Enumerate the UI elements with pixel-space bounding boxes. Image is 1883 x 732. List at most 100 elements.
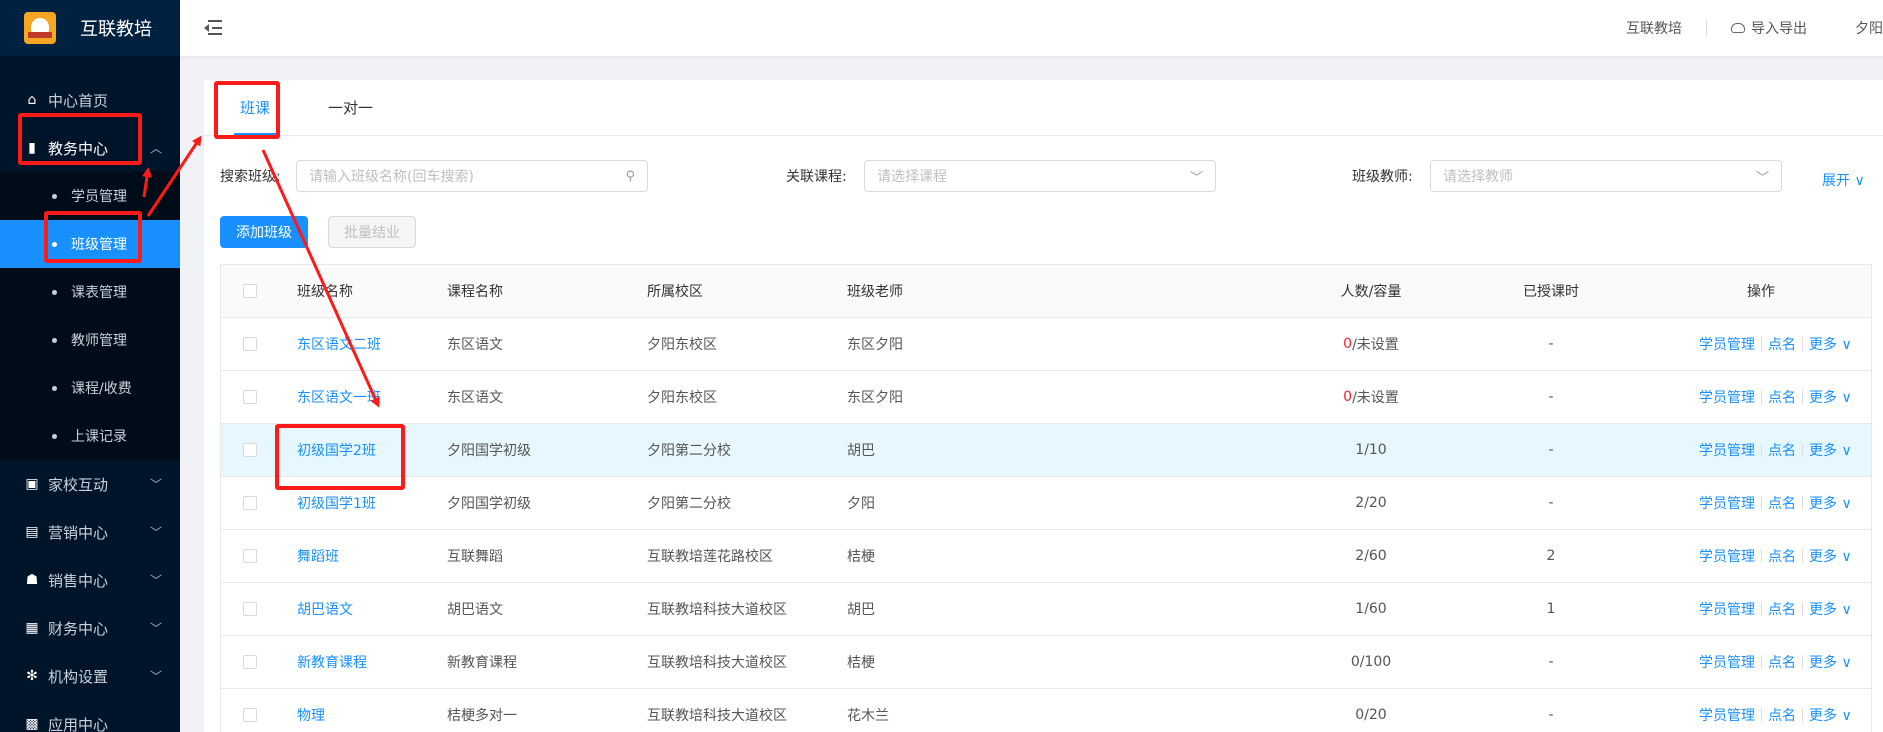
- teacher: 桔梗: [847, 549, 875, 565]
- class-name-link[interactable]: 新教育课程: [297, 652, 367, 672]
- sidebar-item-marketing[interactable]: ▤ 营销中心 ﹀: [0, 508, 180, 556]
- sidebar-item-settings[interactable]: ✻ 机构设置 ﹀: [0, 652, 180, 700]
- row-checkbox[interactable]: [243, 655, 257, 669]
- more-dropdown[interactable]: 更多 ∨: [1809, 705, 1852, 725]
- row-checkbox[interactable]: [243, 390, 257, 404]
- sidebar-item-home[interactable]: ⌂ 中心首页: [0, 76, 180, 124]
- capacity: /20: [1364, 707, 1387, 723]
- more-dropdown[interactable]: 更多 ∨: [1809, 599, 1852, 619]
- course-select[interactable]: 请选择课程 ﹀: [864, 160, 1216, 192]
- user-name[interactable]: 夕阳: [1831, 18, 1883, 38]
- sidebar-item-teachers[interactable]: 教师管理: [0, 316, 180, 364]
- table-row: 舞蹈班 互联舞蹈 互联教培莲花路校区 桔梗 2/60 2 学员管理 点名 更多 ∨: [221, 530, 1871, 583]
- more-dropdown[interactable]: 更多 ∨: [1809, 334, 1852, 354]
- rollcall-link[interactable]: 点名: [1768, 440, 1796, 460]
- add-class-button[interactable]: 添加班级: [220, 216, 308, 248]
- dot-icon: [52, 337, 57, 343]
- import-export-button[interactable]: 导入导出: [1707, 18, 1831, 38]
- chevron-down-icon: ∨: [1841, 337, 1852, 353]
- teacher-select[interactable]: 请选择教师 ﹀: [1430, 160, 1782, 192]
- capacity: /未设置: [1352, 337, 1399, 353]
- rollcall-link[interactable]: 点名: [1768, 652, 1796, 672]
- student-manage-link[interactable]: 学员管理: [1699, 652, 1755, 672]
- op-divider: [1761, 390, 1762, 404]
- dot-icon: [52, 241, 57, 247]
- more-dropdown[interactable]: 更多 ∨: [1809, 652, 1852, 672]
- class-name-link[interactable]: 初级国学1班: [297, 493, 376, 513]
- rollcall-link[interactable]: 点名: [1768, 493, 1796, 513]
- student-manage-link[interactable]: 学员管理: [1699, 705, 1755, 725]
- rollcall-link[interactable]: 点名: [1768, 387, 1796, 407]
- dot-icon: [52, 433, 57, 439]
- sidebar-item-academic[interactable]: ▮ 教务中心 ︿: [0, 124, 180, 172]
- sidebar-item-label: 班级管理: [71, 237, 127, 253]
- class-name-link[interactable]: 胡巴语文: [297, 599, 353, 619]
- batch-graduate-button[interactable]: 批量结业: [328, 216, 416, 248]
- student-manage-link[interactable]: 学员管理: [1699, 599, 1755, 619]
- expand-filters-button[interactable]: 展开 ∨: [1822, 170, 1865, 190]
- course-name: 夕阳国学初级: [447, 443, 531, 459]
- sidebar-item-home-school[interactable]: ▣ 家校互动 ﹀: [0, 460, 180, 508]
- col-campus: 所属校区: [647, 284, 703, 300]
- teacher: 花木兰: [847, 708, 889, 724]
- op-divider: [1802, 655, 1803, 669]
- count-capacity: 2/60: [1311, 530, 1431, 582]
- row-checkbox[interactable]: [243, 443, 257, 457]
- more-label: 更多: [1809, 708, 1837, 724]
- teacher: 胡巴: [847, 443, 875, 459]
- wallet-icon: ▦: [25, 620, 39, 636]
- rollcall-link[interactable]: 点名: [1768, 705, 1796, 725]
- class-name-link[interactable]: 舞蹈班: [297, 546, 339, 566]
- row-checkbox[interactable]: [243, 337, 257, 351]
- rollcall-link[interactable]: 点名: [1768, 599, 1796, 619]
- org-name[interactable]: 互联教培: [1602, 18, 1706, 38]
- rollcall-link[interactable]: 点名: [1768, 334, 1796, 354]
- class-search-input[interactable]: 请输入班级名称(回车搜索) ⚲: [296, 160, 648, 192]
- row-checkbox[interactable]: [243, 602, 257, 616]
- class-name-link[interactable]: 初级国学2班: [297, 440, 376, 460]
- op-divider: [1802, 496, 1803, 510]
- sidebar-item-records[interactable]: 上课记录: [0, 412, 180, 460]
- class-name-link[interactable]: 东区语文一班: [297, 387, 381, 407]
- sidebar-item-sales[interactable]: ☗ 销售中心 ﹀: [0, 556, 180, 604]
- sidebar: 互联教培 ⌂ 中心首页 ▮ 教务中心 ︿ 学员管理 班级管理 课表管理 教师管理…: [0, 0, 180, 732]
- class-name-link[interactable]: 物理: [297, 705, 325, 725]
- student-manage-link[interactable]: 学员管理: [1699, 493, 1755, 513]
- sidebar-item-students[interactable]: 学员管理: [0, 172, 180, 220]
- sidebar-item-apps[interactable]: ▩ 应用中心: [0, 700, 180, 732]
- count-capacity: 1/60: [1311, 583, 1431, 635]
- student-manage-link[interactable]: 学员管理: [1699, 334, 1755, 354]
- row-checkbox[interactable]: [243, 708, 257, 722]
- tab-group-class[interactable]: 班课: [222, 79, 288, 135]
- select-all-checkbox[interactable]: [243, 284, 257, 298]
- more-dropdown[interactable]: 更多 ∨: [1809, 440, 1852, 460]
- row-operations: 学员管理 点名 更多 ∨: [1699, 583, 1852, 635]
- more-label: 更多: [1809, 390, 1837, 406]
- count-capacity: 0/未设置: [1311, 371, 1431, 423]
- more-dropdown[interactable]: 更多 ∨: [1809, 387, 1852, 407]
- sidebar-menu: ⌂ 中心首页 ▮ 教务中心 ︿ 学员管理 班级管理 课表管理 教师管理 课程/收…: [0, 76, 180, 732]
- more-dropdown[interactable]: 更多 ∨: [1809, 546, 1852, 566]
- student-manage-link[interactable]: 学员管理: [1699, 387, 1755, 407]
- campus: 夕阳第二分校: [647, 443, 731, 459]
- menu-fold-icon[interactable]: [204, 20, 224, 36]
- more-dropdown[interactable]: 更多 ∨: [1809, 493, 1852, 513]
- op-divider: [1761, 549, 1762, 563]
- student-manage-link[interactable]: 学员管理: [1699, 546, 1755, 566]
- rollcall-link[interactable]: 点名: [1768, 546, 1796, 566]
- col-hours: 已授课时: [1523, 284, 1579, 300]
- table-row: 新教育课程 新教育课程 互联教培科技大道校区 桔梗 0/100 - 学员管理 点名 更多 ∨: [221, 636, 1871, 689]
- sidebar-item-courses[interactable]: 课程/收费: [0, 364, 180, 412]
- table-row: 东区语文二班 东区语文 夕阳东校区 东区夕阳 0/未设置 - 学员管理 点名 更多 ∨: [221, 318, 1871, 371]
- student-manage-link[interactable]: 学员管理: [1699, 440, 1755, 460]
- sidebar-item-finance[interactable]: ▦ 财务中心 ﹀: [0, 604, 180, 652]
- row-checkbox[interactable]: [243, 496, 257, 510]
- taught-hours: 2: [1546, 548, 1556, 564]
- row-checkbox[interactable]: [243, 549, 257, 563]
- bag-icon: ▤: [25, 524, 39, 540]
- class-name-link[interactable]: 东区语文二班: [297, 334, 381, 354]
- sidebar-item-classes[interactable]: 班级管理: [0, 220, 180, 268]
- tab-one-on-one[interactable]: 一对一: [310, 79, 391, 135]
- op-divider: [1761, 655, 1762, 669]
- sidebar-item-schedule[interactable]: 课表管理: [0, 268, 180, 316]
